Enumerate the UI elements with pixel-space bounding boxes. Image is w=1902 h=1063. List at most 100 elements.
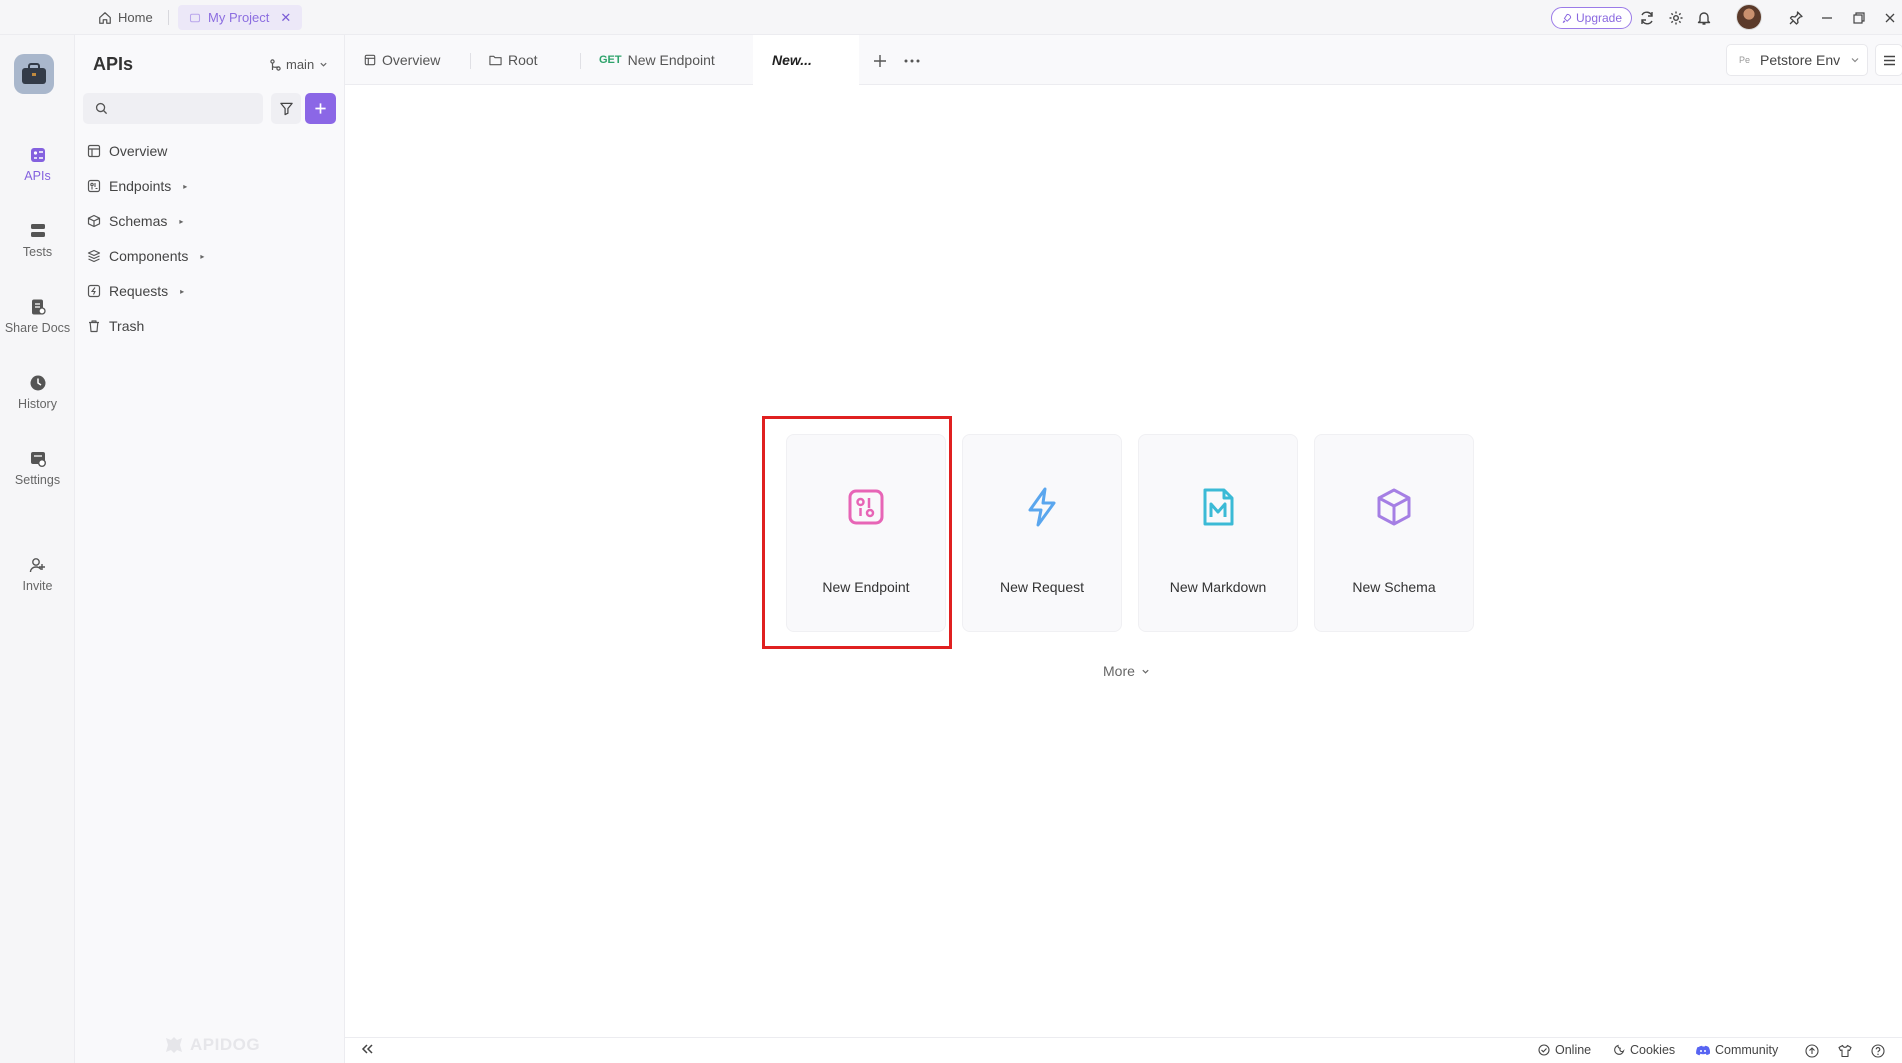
more-tabs-button[interactable]: [901, 50, 923, 72]
bell-icon[interactable]: [1694, 8, 1714, 28]
rail-item-label: Share Docs: [4, 320, 71, 335]
tab-overview[interactable]: Overview: [345, 35, 470, 85]
tab-label: New Endpoint: [627, 52, 715, 68]
rocket-icon: [1562, 13, 1572, 23]
tree-item-components[interactable]: Components ▸: [87, 243, 204, 269]
new-endpoint-card[interactable]: New Endpoint: [786, 434, 946, 632]
divider: [168, 10, 169, 25]
status-bar: Online Cookies Community: [345, 1037, 1902, 1063]
ellipsis-icon: [904, 59, 920, 63]
shirt-icon[interactable]: [1837, 1043, 1853, 1059]
cookies-button[interactable]: Cookies: [1613, 1043, 1675, 1057]
caret-right-icon[interactable]: ▸: [180, 287, 184, 296]
tree-item-endpoints[interactable]: Endpoints ▸: [87, 173, 187, 199]
pin-icon[interactable]: [1786, 8, 1806, 28]
apidog-logo-icon: [166, 1037, 182, 1053]
rail-item-settings[interactable]: Settings: [0, 438, 75, 498]
online-status[interactable]: Online: [1538, 1043, 1591, 1057]
nav-rail: APIs Tests Share Docs History Settings I…: [0, 35, 75, 1063]
settings-icon: [30, 451, 46, 467]
close-icon[interactable]: ✕: [280, 10, 291, 26]
card-label: New Markdown: [1169, 579, 1267, 595]
card-label: New Schema: [1352, 579, 1436, 595]
folder-icon: [489, 55, 502, 66]
close-window-icon[interactable]: [1880, 8, 1900, 28]
watermark-label: APIDOG: [190, 1035, 261, 1054]
menu-button[interactable]: [1875, 44, 1902, 76]
plus-icon: [874, 55, 886, 67]
chevron-down-icon: [1142, 669, 1149, 674]
caret-right-icon[interactable]: ▸: [183, 182, 187, 191]
http-method-badge: GET: [599, 54, 622, 66]
sidebar-title: APIs: [93, 54, 134, 74]
home-tab[interactable]: Home: [98, 6, 153, 29]
search-input[interactable]: [116, 101, 256, 116]
rail-item-label: Tests: [22, 244, 53, 259]
rail-item-share-docs[interactable]: Share Docs: [0, 286, 75, 346]
tree-item-trash[interactable]: Trash: [87, 313, 144, 339]
tree-item-label: Endpoints: [109, 178, 172, 194]
home-icon: [99, 11, 111, 24]
hamburger-icon: [1883, 55, 1895, 65]
cookie-icon: [1614, 1044, 1625, 1055]
rail-item-invite[interactable]: Invite: [0, 544, 75, 604]
apis-icon: [30, 147, 45, 162]
tree-item-label: Overview: [109, 143, 168, 159]
rail-item-tests[interactable]: Tests: [0, 210, 75, 270]
rail-item-history[interactable]: History: [0, 362, 75, 422]
project-logo[interactable]: [14, 54, 54, 94]
rail-item-label: Invite: [22, 578, 53, 593]
tab-new-endpoint[interactable]: GET New Endpoint: [580, 35, 735, 85]
collapse-sidebar-button[interactable]: [360, 1042, 374, 1056]
avatar[interactable]: [1736, 4, 1762, 30]
tab-bar: Overview Root GET New Endpoint New... Pe…: [345, 35, 1902, 86]
chevron-down-icon: [320, 62, 327, 67]
branch-icon: [270, 58, 281, 71]
tree-item-label: Requests: [109, 283, 169, 299]
minimize-icon[interactable]: [1817, 8, 1837, 28]
help-icon[interactable]: [1870, 1043, 1886, 1059]
community-button[interactable]: Community: [1696, 1043, 1778, 1057]
more-button[interactable]: More: [1103, 663, 1150, 679]
endpoint-icon: [848, 489, 884, 525]
more-label: More: [1103, 663, 1135, 679]
project-icon: [189, 13, 201, 22]
gear-icon[interactable]: [1666, 8, 1686, 28]
restore-icon[interactable]: [1849, 8, 1869, 28]
cookies-label: Cookies: [1630, 1043, 1676, 1057]
tree-item-overview[interactable]: Overview: [87, 138, 167, 164]
overview-icon: [364, 54, 376, 66]
branch-label: main: [286, 57, 315, 72]
discord-icon: [1696, 1045, 1710, 1055]
tree-item-requests[interactable]: Requests ▸: [87, 278, 184, 304]
tab-label: New...: [772, 51, 812, 68]
sync-icon[interactable]: [1637, 8, 1657, 28]
tree-item-label: Trash: [109, 318, 145, 334]
search-box[interactable]: [83, 93, 263, 124]
environment-select[interactable]: Pe Petstore Env: [1726, 44, 1868, 76]
history-icon: [30, 375, 45, 390]
card-label: New Request: [999, 579, 1085, 595]
online-label: Online: [1555, 1043, 1592, 1057]
new-request-card[interactable]: New Request: [962, 434, 1122, 632]
add-tab-button[interactable]: [869, 50, 891, 72]
upgrade-button[interactable]: Upgrade: [1551, 7, 1633, 29]
upload-icon[interactable]: [1804, 1043, 1820, 1059]
caret-right-icon[interactable]: ▸: [179, 217, 183, 226]
tab-root[interactable]: Root: [470, 35, 580, 85]
tab-label: Overview: [382, 52, 441, 68]
project-tab[interactable]: My Project ✕: [178, 5, 303, 30]
markdown-icon: [1203, 488, 1234, 526]
caret-right-icon[interactable]: ▸: [200, 252, 204, 261]
new-markdown-card[interactable]: New Markdown: [1138, 434, 1298, 632]
branch-selector[interactable]: main: [270, 57, 328, 72]
rail-item-apis[interactable]: APIs: [0, 134, 75, 194]
add-button[interactable]: [305, 93, 336, 124]
filter-button[interactable]: [271, 93, 301, 124]
invite-icon: [29, 557, 45, 572]
environment-label: Petstore Env: [1760, 52, 1841, 68]
tab-new-active[interactable]: New...: [753, 35, 859, 86]
tab-label: Root: [508, 52, 538, 68]
tree-item-schemas[interactable]: Schemas ▸: [87, 208, 183, 234]
new-schema-card[interactable]: New Schema: [1314, 434, 1474, 632]
